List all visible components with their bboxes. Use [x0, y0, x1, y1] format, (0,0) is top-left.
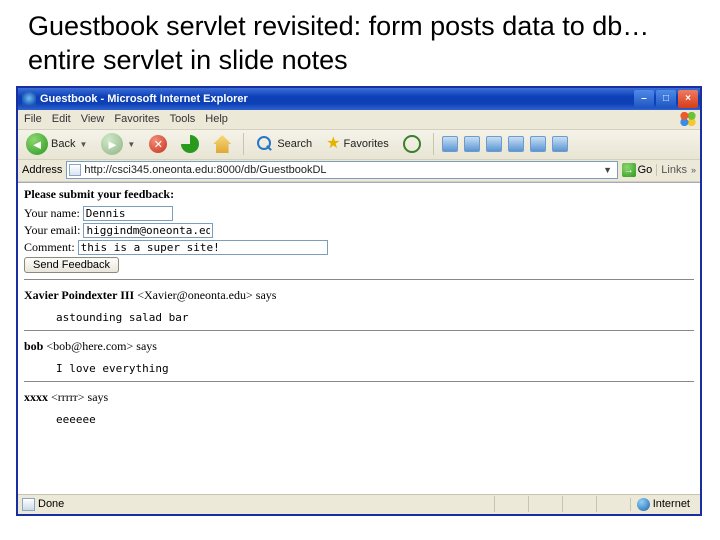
- address-label: Address: [22, 164, 62, 176]
- globe-icon: [637, 498, 650, 511]
- status-text: Done: [38, 498, 64, 510]
- chevron-down-icon: ▼: [79, 140, 87, 149]
- entry-body: astounding salad bar: [56, 311, 694, 324]
- print-icon[interactable]: [464, 136, 480, 152]
- status-cell: [596, 496, 630, 512]
- toolbar: ◄ Back ▼ ► ▼ ✕ Search ★ Favorites: [18, 130, 700, 160]
- entry-header: bob <bob@here.com> says: [24, 339, 694, 354]
- stop-icon: ✕: [149, 135, 167, 153]
- refresh-icon: [181, 135, 199, 153]
- messenger-icon[interactable]: [552, 136, 568, 152]
- entry-says: says: [136, 339, 157, 353]
- entry-header: Xavier Poindexter III <Xavier@oneonta.ed…: [24, 288, 694, 303]
- search-label: Search: [277, 138, 312, 150]
- entries-list: Xavier Poindexter III <Xavier@oneonta.ed…: [24, 279, 694, 426]
- slide-title: Guestbook servlet revisited: form posts …: [0, 0, 720, 82]
- close-button[interactable]: ×: [678, 90, 698, 108]
- entry-name: xxxx: [24, 390, 48, 404]
- edit-icon[interactable]: [486, 136, 502, 152]
- home-button[interactable]: [209, 133, 235, 155]
- divider: [24, 330, 694, 331]
- refresh-button[interactable]: [177, 133, 203, 155]
- menu-file[interactable]: File: [24, 113, 42, 125]
- email-input[interactable]: [83, 223, 213, 238]
- comment-label: Comment:: [24, 240, 75, 255]
- home-icon: [213, 135, 231, 153]
- back-arrow-icon: ◄: [26, 133, 48, 155]
- done-icon: [22, 498, 35, 511]
- menu-tools[interactable]: Tools: [170, 113, 196, 125]
- back-button[interactable]: ◄ Back ▼: [22, 131, 91, 157]
- menu-favorites[interactable]: Favorites: [114, 113, 159, 125]
- status-cell: [528, 496, 562, 512]
- divider: [24, 279, 694, 280]
- entry-name: bob: [24, 339, 43, 353]
- history-button[interactable]: [399, 133, 425, 155]
- address-input[interactable]: http://csci345.oneonta.edu:8000/db/Guest…: [66, 161, 617, 179]
- address-bar: Address http://csci345.oneonta.edu:8000/…: [18, 160, 700, 182]
- chevron-down-icon: ▼: [127, 140, 135, 149]
- star-icon: ★: [326, 136, 340, 152]
- forward-arrow-icon: ►: [101, 133, 123, 155]
- entry-says: says: [88, 390, 109, 404]
- page-icon: [69, 164, 81, 176]
- status-cell: [562, 496, 596, 512]
- search-button[interactable]: Search: [252, 133, 316, 155]
- titlebar: Guestbook - Microsoft Internet Explorer …: [18, 88, 700, 110]
- favorites-button[interactable]: ★ Favorites: [322, 134, 393, 154]
- name-input[interactable]: [83, 206, 173, 221]
- menu-view[interactable]: View: [81, 113, 105, 125]
- separator: [243, 133, 244, 155]
- stop-button[interactable]: ✕: [145, 133, 171, 155]
- entry-email: bob@here.com: [53, 339, 126, 353]
- go-button[interactable]: → Go: [622, 163, 653, 177]
- entry-header: xxxx <rrrrr> says: [24, 390, 694, 405]
- entry-email: rrrrr: [58, 390, 78, 404]
- ie-icon: [22, 92, 36, 106]
- entry-body: eeeeee: [56, 413, 694, 426]
- email-label: Your email:: [24, 223, 80, 238]
- back-label: Back: [51, 138, 75, 150]
- security-zone[interactable]: Internet: [630, 498, 696, 511]
- entry-name: Xavier Poindexter III: [24, 288, 134, 302]
- address-dropdown-icon[interactable]: ▼: [601, 165, 615, 175]
- forward-button[interactable]: ► ▼: [97, 131, 139, 157]
- go-arrow-icon: →: [622, 163, 636, 177]
- menu-edit[interactable]: Edit: [52, 113, 71, 125]
- address-url: http://csci345.oneonta.edu:8000/db/Guest…: [84, 164, 600, 176]
- search-icon: [256, 135, 274, 153]
- favorites-label: Favorites: [344, 138, 389, 150]
- entry-says: says: [256, 288, 277, 302]
- minimize-button[interactable]: –: [634, 90, 654, 108]
- statusbar: Done Internet: [18, 494, 700, 514]
- research-icon[interactable]: [530, 136, 546, 152]
- separator: [433, 133, 434, 155]
- windows-flag-icon: [679, 111, 697, 127]
- mail-icon[interactable]: [442, 136, 458, 152]
- maximize-button[interactable]: □: [656, 90, 676, 108]
- menubar: File Edit View Favorites Tools Help: [18, 110, 700, 130]
- entry-email: Xavier@oneonta.edu: [144, 288, 246, 302]
- form-prompt: Please submit your feedback:: [24, 187, 694, 202]
- history-icon: [403, 135, 421, 153]
- browser-window: Guestbook - Microsoft Internet Explorer …: [16, 86, 702, 516]
- submit-button[interactable]: Send Feedback: [24, 257, 119, 273]
- comment-input[interactable]: [78, 240, 328, 255]
- status-cell: [494, 496, 528, 512]
- page-content: Please submit your feedback: Your name: …: [18, 182, 700, 494]
- entry-body: I love everything: [56, 362, 694, 375]
- window-title: Guestbook - Microsoft Internet Explorer: [40, 93, 634, 105]
- divider: [24, 381, 694, 382]
- discuss-icon[interactable]: [508, 136, 524, 152]
- name-label: Your name:: [24, 206, 80, 221]
- zone-label: Internet: [653, 498, 690, 510]
- links-label[interactable]: Links: [656, 164, 687, 176]
- menu-help[interactable]: Help: [205, 113, 228, 125]
- go-label: Go: [638, 164, 653, 176]
